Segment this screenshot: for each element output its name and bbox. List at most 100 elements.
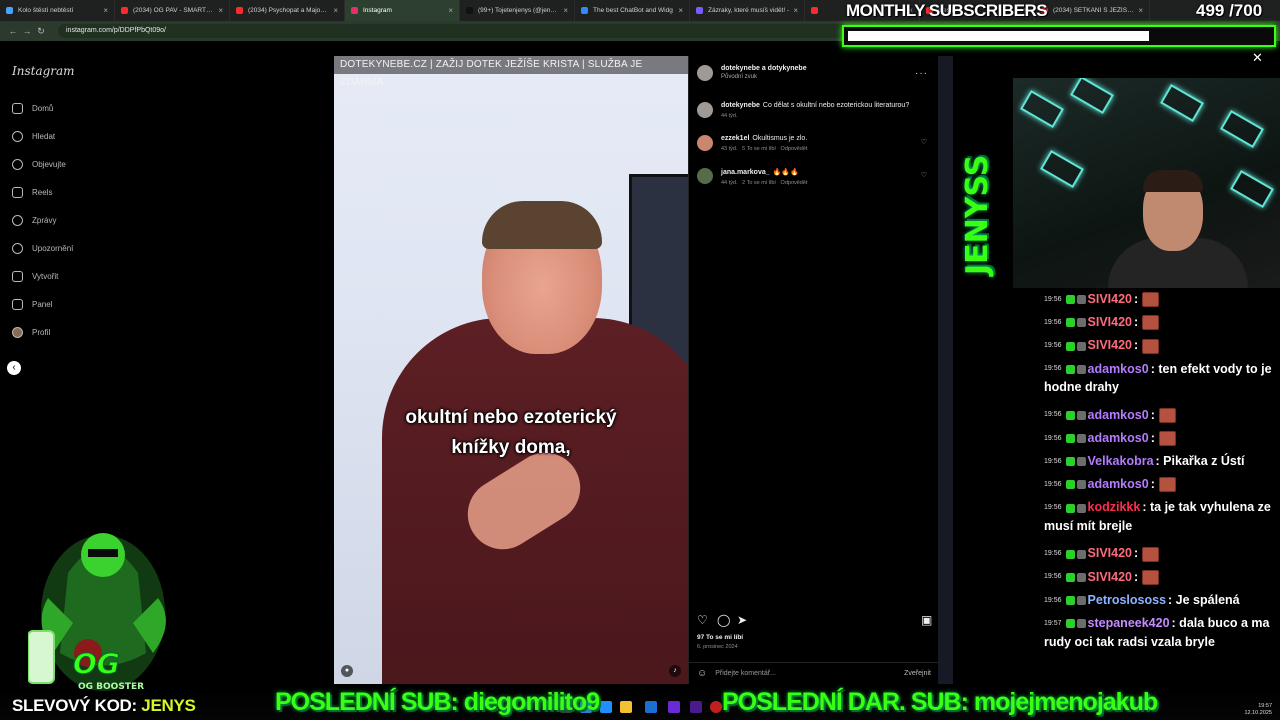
close-tab-icon[interactable]: × (793, 6, 798, 15)
chat-username[interactable]: adamkos0 (1088, 431, 1149, 445)
url-field[interactable]: instagram.com/p/DDPfPbQt09o/ (58, 24, 848, 38)
badge-icon (1065, 318, 1075, 328)
chat-message: 19:56 SIVI420: (1044, 336, 1276, 355)
chat-username[interactable]: SIVI420 (1088, 546, 1132, 560)
chat-timestamp: 19:56 (1044, 504, 1062, 512)
discount-code: SLEVOVÝ KOD: JENYS (12, 696, 196, 716)
tagged-user-icon[interactable]: ● (341, 665, 353, 677)
browser-tab[interactable]: (2034) SETKÁNÍ S JEŽÍŠEM pr× (1035, 0, 1150, 21)
tab-label: Zázraky, které musíš vidět! - (708, 7, 790, 14)
publish-button[interactable]: Zveřejnit (904, 670, 931, 677)
close-tab-icon[interactable]: × (563, 6, 568, 15)
like-count[interactable]: 97 To se mi líbí (697, 634, 743, 641)
comment-avatar[interactable] (697, 168, 713, 184)
forward-icon[interactable]: → (20, 26, 34, 36)
browser-tab[interactable]: Kolo štěstí nebtěstí × (0, 0, 115, 21)
like-icon[interactable]: ♡ (697, 613, 708, 627)
tab-label: Kolo štěstí nebtěstí (18, 7, 74, 14)
chat-username[interactable]: adamkos0 (1088, 477, 1149, 491)
page-background-strip (938, 56, 953, 684)
comment-likes[interactable]: 2 To se mi líbí (742, 180, 776, 186)
back-icon[interactable]: ← (6, 26, 20, 36)
close-tab-icon[interactable]: × (448, 6, 453, 15)
close-tab-icon[interactable]: × (103, 6, 108, 15)
caption-user[interactable]: dotekynebe (721, 102, 760, 109)
nav-item-home[interactable]: Domů (12, 103, 53, 114)
browser-tab[interactable]: (99+) Tojetenjenys (@jenysm × (460, 0, 575, 21)
chat-username[interactable]: stepaneek420 (1088, 616, 1170, 630)
comment-icon[interactable]: ◯ (717, 613, 730, 627)
chat-username[interactable]: SIVI420 (1088, 338, 1132, 352)
clock-time: 19:57 (1258, 703, 1272, 709)
share-icon[interactable]: ➤ (737, 613, 747, 627)
comment-user[interactable]: jana.markova_ (721, 169, 770, 176)
nav-item-label: Reels (32, 188, 53, 197)
browser-tab[interactable]: (2034) Psychopat a Majoner × (230, 0, 345, 21)
caption-avatar[interactable] (697, 102, 713, 118)
like-comment-icon[interactable]: ♡ (921, 138, 927, 146)
browser-tab[interactable]: The best ChatBot and Widg × (575, 0, 690, 21)
nav-item-messages[interactable]: Zprávy (12, 215, 56, 226)
like-comment-icon[interactable]: ♡ (921, 171, 927, 179)
opera-icon[interactable] (710, 701, 722, 713)
close-icon[interactable]: ✕ (1252, 50, 1263, 66)
nav-item-dashboard[interactable]: Panel (12, 299, 52, 310)
nav-item-create[interactable]: Vytvořit (12, 271, 58, 282)
comment-likes[interactable]: 5 To se mi líbí (742, 146, 776, 152)
badge-icon (1065, 549, 1075, 559)
nav-item-profile[interactable]: Profil (12, 327, 50, 338)
nav-item-reels[interactable]: Reels (12, 187, 52, 198)
subscriber-goal-title: MONTHLY SUBSCRIBERS (846, 1, 1048, 20)
browser-tab[interactable]: Instagram × (345, 0, 460, 21)
reload-icon[interactable]: ↻ (34, 26, 48, 37)
post-author[interactable]: dotekynebe a dotykynebe (721, 65, 807, 72)
author-avatar[interactable] (697, 65, 713, 81)
emoji-icon[interactable]: ☺ (697, 668, 707, 679)
more-options-icon[interactable]: ··· (915, 68, 928, 79)
chat-timestamp: 19:56 (1044, 480, 1062, 488)
chat-text: : (1134, 292, 1139, 306)
close-tab-icon[interactable]: × (1138, 6, 1143, 15)
chat-username[interactable]: SIVI420 (1088, 315, 1132, 329)
browser-tab[interactable]: Zázraky, které musíš vidět! - × (690, 0, 805, 21)
close-tab-icon[interactable]: × (333, 6, 338, 15)
comment-avatar[interactable] (697, 135, 713, 151)
reply-link[interactable]: Odpovědět (781, 146, 808, 152)
chat-username[interactable]: adamkos0 (1088, 362, 1149, 376)
sound-icon[interactable]: ♪ (669, 665, 681, 677)
reel-video[interactable]: DOTEKYNEBE.CZ | ZAŽIJ DOTEK JEŽÍŠE KRIST… (334, 56, 688, 684)
close-tab-icon[interactable]: × (218, 6, 223, 15)
badge-icon (1076, 619, 1086, 629)
taskbar-app-icon[interactable] (690, 701, 702, 713)
badge-icon (1065, 410, 1075, 420)
bookmark-icon[interactable]: ▣ (921, 613, 932, 627)
chat-username[interactable]: Velkakobra (1088, 454, 1154, 468)
folder-icon[interactable] (620, 701, 632, 713)
chat-message: 19:56 SIVI420: (1044, 544, 1276, 563)
chat-username[interactable]: adamkos0 (1088, 408, 1149, 422)
tab-favicon-icon (351, 7, 358, 14)
reply-link[interactable]: Odpovědět (781, 180, 808, 186)
browser-tab[interactable]: (2034) OG PAV - SMARTFELL! × (115, 0, 230, 21)
instagram-logo[interactable]: Instagram (12, 64, 75, 78)
nav-item-label: Domů (32, 104, 54, 113)
nav-item-notifications[interactable]: Upozornění (12, 243, 73, 254)
messenger-icon (12, 215, 23, 226)
taskbar-app-icon[interactable] (668, 701, 680, 713)
comment-input[interactable]: Přidejte komentář... (715, 670, 776, 677)
comment-text: 🔥🔥🔥 (772, 169, 799, 176)
taskbar-app-icon[interactable] (645, 701, 657, 713)
edge-icon[interactable] (600, 701, 612, 713)
chat-username[interactable]: SIVI420 (1088, 570, 1132, 584)
close-tab-icon[interactable]: × (678, 6, 683, 15)
comment: ezzek1el Okultismus je zlo. 43 týd. 5 To … (697, 135, 933, 152)
chat-username[interactable]: kodzikkk (1088, 500, 1141, 514)
post-audio[interactable]: Původní zvuk (721, 74, 807, 80)
previous-post-button[interactable]: ‹ (7, 361, 21, 375)
chat-username[interactable]: SIVI420 (1088, 292, 1132, 306)
comment-user[interactable]: ezzek1el (721, 135, 749, 142)
nav-item-explore[interactable]: Objevujte (12, 159, 66, 170)
chat-username[interactable]: Petroslososs (1088, 593, 1167, 607)
nav-item-search[interactable]: Hledat (12, 131, 55, 142)
badge-icon (1065, 457, 1075, 467)
